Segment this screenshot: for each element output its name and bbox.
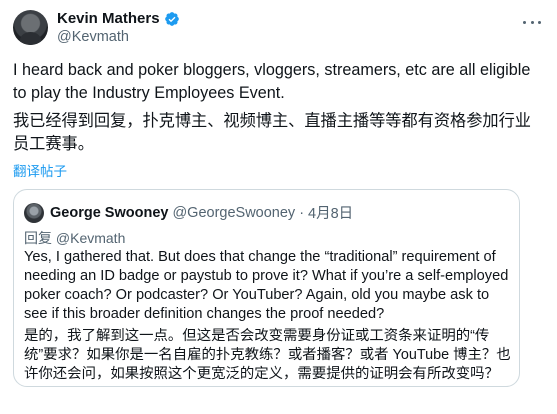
author-avatar[interactable] — [13, 10, 48, 45]
dot-icon — [530, 20, 534, 24]
replying-to-line: 回复 @Kevmath — [24, 228, 125, 248]
quoted-tweet-text-english: Yes, I gathered that. But does that chan… — [24, 249, 509, 322]
more-horizontal-icon[interactable] — [523, 13, 541, 31]
quoted-author-display-name[interactable]: George Swooney — [50, 205, 168, 221]
quoted-tweet-header: George Swooney @GeorgeSwooney · 4月8日 — [24, 202, 353, 223]
tweet-text-english: I heard back and poker bloggers, vlogger… — [13, 61, 531, 102]
dot-icon — [523, 20, 526, 24]
author-handle[interactable]: @Kevmath — [57, 29, 129, 45]
reply-prefix: 回复 — [24, 230, 52, 246]
quoted-tweet[interactable]: George Swooney @GeorgeSwooney · 4月8日 回复 … — [13, 189, 520, 387]
reply-handle[interactable]: @Kevmath — [56, 230, 125, 246]
quoted-tweet-text-chinese: 是的，我了解到这一点。但这是否会改变需要身份证或工资条来证明的“传统”要求？如果… — [24, 328, 511, 382]
author-name-row: Kevin Mathers — [57, 10, 180, 27]
dot-icon — [538, 20, 541, 24]
separator-dot: · — [299, 204, 305, 221]
verified-badge-icon — [164, 11, 179, 26]
quoted-author-handle[interactable]: @GeorgeSwooney — [172, 205, 295, 221]
author-display-name[interactable]: Kevin Mathers — [57, 10, 160, 27]
translate-post-link[interactable]: 翻译帖子 — [13, 160, 67, 180]
tweet-header: Kevin Mathers @Kevmath — [13, 7, 545, 49]
tweet-card: Kevin Mathers @Kevmath I heard back and … — [0, 0, 557, 414]
quoted-author-avatar[interactable] — [24, 202, 44, 223]
tweet-text-chinese: 我已经得到回复，扑克博主、视频博主、直播主播等等都有资格参加行业员工赛事。 — [13, 112, 531, 153]
quoted-tweet-date[interactable]: 4月8日 — [308, 202, 353, 223]
